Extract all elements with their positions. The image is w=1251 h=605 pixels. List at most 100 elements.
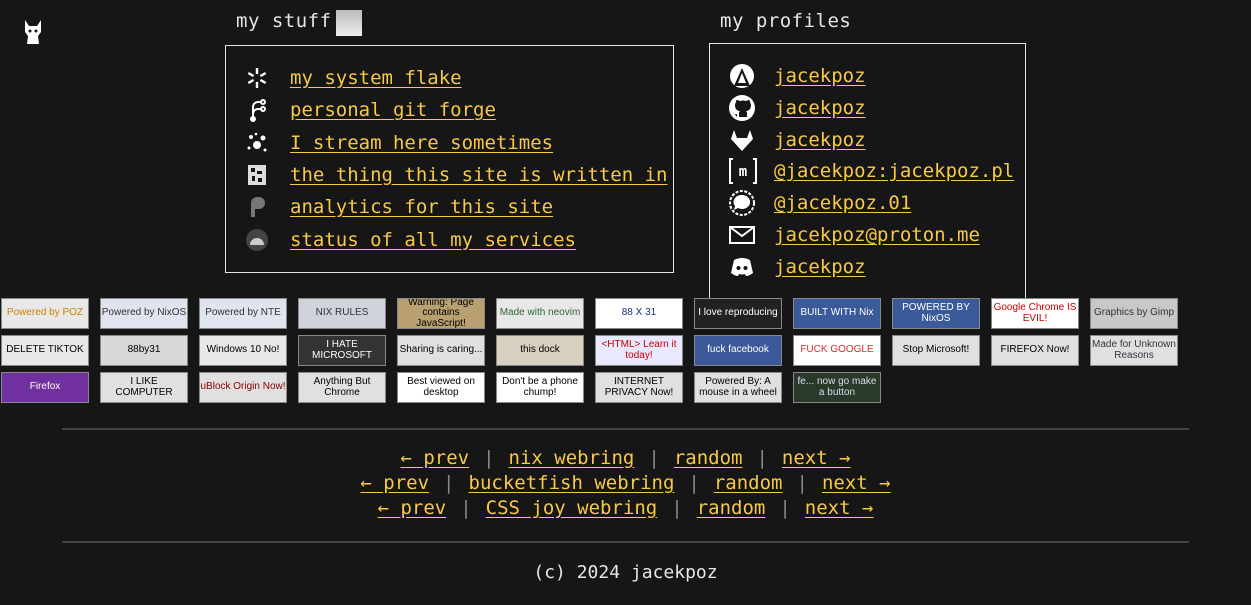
profiles-link[interactable]: jacekpoz [774, 256, 866, 278]
badge-button[interactable]: I LIKE COMPUTER [100, 372, 188, 403]
badge-button[interactable]: Powered By: A mouse in a wheel [694, 372, 782, 403]
profiles-item[interactable]: jacekpoz [728, 126, 866, 154]
webring-separator: | [483, 447, 495, 469]
divider-bottom [62, 541, 1189, 543]
webring-separator: | [756, 447, 768, 469]
profiles-item[interactable]: jacekpoz [728, 253, 866, 281]
my-profiles-box: jacekpoz jacekpoz jacekpoz m @jacekpoz:jacek… [709, 43, 1026, 303]
badge-button[interactable]: FIREFOX Now! [991, 335, 1079, 366]
stuff-item[interactable]: I stream here sometimes [245, 129, 553, 157]
footer-copyright: (c) 2024 jacekpoz [533, 562, 718, 583]
badge-button[interactable]: Don't be a phone chump! [496, 372, 584, 403]
badge-button[interactable]: Stop Microsoft! [892, 335, 980, 366]
badge-button[interactable]: FUCK GOOGLE [793, 335, 881, 366]
webring-next-link[interactable]: next → [822, 472, 891, 494]
badge-button[interactable]: fuck facebook [694, 335, 782, 366]
webring-prev-link[interactable]: ← prev [360, 472, 429, 494]
signal-icon [728, 190, 774, 217]
badge-button[interactable]: Firefox [1, 372, 89, 403]
badge-button[interactable]: Powered by NTE [199, 298, 287, 329]
profiles-item[interactable]: m @jacekpoz:jacekpoz.pl [728, 157, 1014, 185]
profiles-link[interactable]: jacekpoz [774, 65, 866, 87]
webring-separator: | [648, 447, 660, 469]
webring-separator: | [671, 497, 683, 519]
badge-button[interactable]: BUILT WITH Nix [793, 298, 881, 329]
stuff-item[interactable]: personal git forge [245, 96, 496, 124]
badge-button[interactable]: I HATE MICROSOFT [298, 335, 386, 366]
svg-text:m: m [739, 164, 747, 180]
stuff-link[interactable]: personal git forge [290, 99, 496, 121]
webring-name-link[interactable]: CSS joy webring [486, 497, 658, 519]
github-icon [728, 94, 774, 121]
avatar [336, 10, 362, 36]
stuff-item[interactable]: my system flake [245, 64, 462, 92]
badge-button[interactable]: fe... now go make a button [793, 372, 881, 403]
webring-separator: | [779, 497, 791, 519]
owncast-icon [245, 130, 290, 156]
static-site-generator-icon [245, 162, 290, 188]
badge-button[interactable]: Powered by NixOS [100, 298, 188, 329]
webring-name-link[interactable]: nix webring [509, 447, 635, 469]
webring-separator: | [688, 472, 700, 494]
webring-separator: | [443, 472, 455, 494]
badge-button[interactable]: Powered by POZ [1, 298, 89, 329]
badge-button[interactable]: Graphics by Gimp [1090, 298, 1178, 329]
badge-button[interactable]: Sharing is caring... [397, 335, 485, 366]
profiles-link[interactable]: jacekpoz [774, 129, 866, 151]
badge-button[interactable]: Made with neovim [496, 298, 584, 329]
stuff-link[interactable]: I stream here sometimes [290, 132, 553, 154]
badge-button[interactable]: Warning: Page contains JavaScript! [397, 298, 485, 329]
profiles-item[interactable]: jacekpoz [728, 94, 866, 122]
gitlab-icon [728, 127, 774, 153]
webring-prev-link[interactable]: ← prev [400, 447, 469, 469]
badge-button[interactable]: Windows 10 No! [199, 335, 287, 366]
webring-name-link[interactable]: bucketfish webring [469, 472, 675, 494]
badge-button[interactable]: uBlock Origin Now! [199, 372, 287, 403]
badge-button[interactable]: I love reproducing [694, 298, 782, 329]
webring-random-link[interactable]: random [674, 447, 743, 469]
stuff-item[interactable]: status of all my services [245, 226, 576, 254]
stuff-item[interactable]: the thing this site is written in [245, 161, 668, 189]
stuff-link[interactable]: status of all my services [290, 229, 576, 251]
badge-button[interactable]: NIX RULES [298, 298, 386, 329]
badge-button[interactable]: this dock [496, 335, 584, 366]
profiles-item[interactable]: jacekpoz@proton.me [728, 221, 980, 249]
stuff-link[interactable]: my system flake [290, 67, 462, 89]
badge-button[interactable]: Made for Unknown Reasons [1090, 335, 1178, 366]
webring-nav: ← prev | CSS joy webring | random | next → [0, 497, 1251, 519]
badge-button[interactable]: 88by31 [100, 335, 188, 366]
profiles-link[interactable]: jacekpoz@proton.me [774, 224, 980, 246]
mail-icon [728, 222, 774, 248]
divider-top [62, 428, 1189, 430]
badge-button[interactable]: Anything But Chrome [298, 372, 386, 403]
badge-button[interactable]: Best viewed on desktop [397, 372, 485, 403]
stuff-item[interactable]: analytics for this site [245, 193, 553, 221]
webring-random-link[interactable]: random [714, 472, 783, 494]
webring-nav: ← prev | bucketfish webring | random | next → [0, 472, 1251, 494]
stuff-link[interactable]: analytics for this site [290, 196, 553, 218]
my-stuff-box: my system flake personal git forge I strea… [225, 45, 674, 273]
nixos-snowflake-icon [245, 65, 290, 91]
badge-button[interactable]: POWERED BY NixOS [892, 298, 980, 329]
my-profiles-heading: my profiles [720, 10, 852, 32]
webring-next-link[interactable]: next → [805, 497, 874, 519]
badge-button[interactable]: DELETE TIKTOK [1, 335, 89, 366]
badge-button[interactable]: Google Chrome IS EVIL! [991, 298, 1079, 329]
profiles-link[interactable]: jacekpoz [774, 97, 866, 119]
profiles-item[interactable]: jacekpoz [728, 62, 866, 90]
badge-button[interactable]: <HTML> Learn it today! [595, 335, 683, 366]
webring-separator: | [796, 472, 808, 494]
my-stuff-heading: my stuff [236, 10, 332, 32]
discord-icon [728, 254, 774, 280]
profiles-link[interactable]: @jacekpoz.01 [774, 192, 911, 214]
cat-logo-icon[interactable] [22, 18, 44, 46]
stuff-link[interactable]: the thing this site is written in [290, 164, 668, 186]
profiles-item[interactable]: @jacekpoz.01 [728, 189, 911, 217]
profiles-link[interactable]: @jacekpoz:jacekpoz.pl [774, 160, 1014, 182]
webring-prev-link[interactable]: ← prev [378, 497, 447, 519]
badge-button[interactable]: 88 X 31 [595, 298, 683, 329]
matrix-icon: m [728, 158, 774, 185]
webring-next-link[interactable]: next → [782, 447, 851, 469]
badge-button[interactable]: INTERNET PRIVACY Now! [595, 372, 683, 403]
webring-random-link[interactable]: random [697, 497, 766, 519]
